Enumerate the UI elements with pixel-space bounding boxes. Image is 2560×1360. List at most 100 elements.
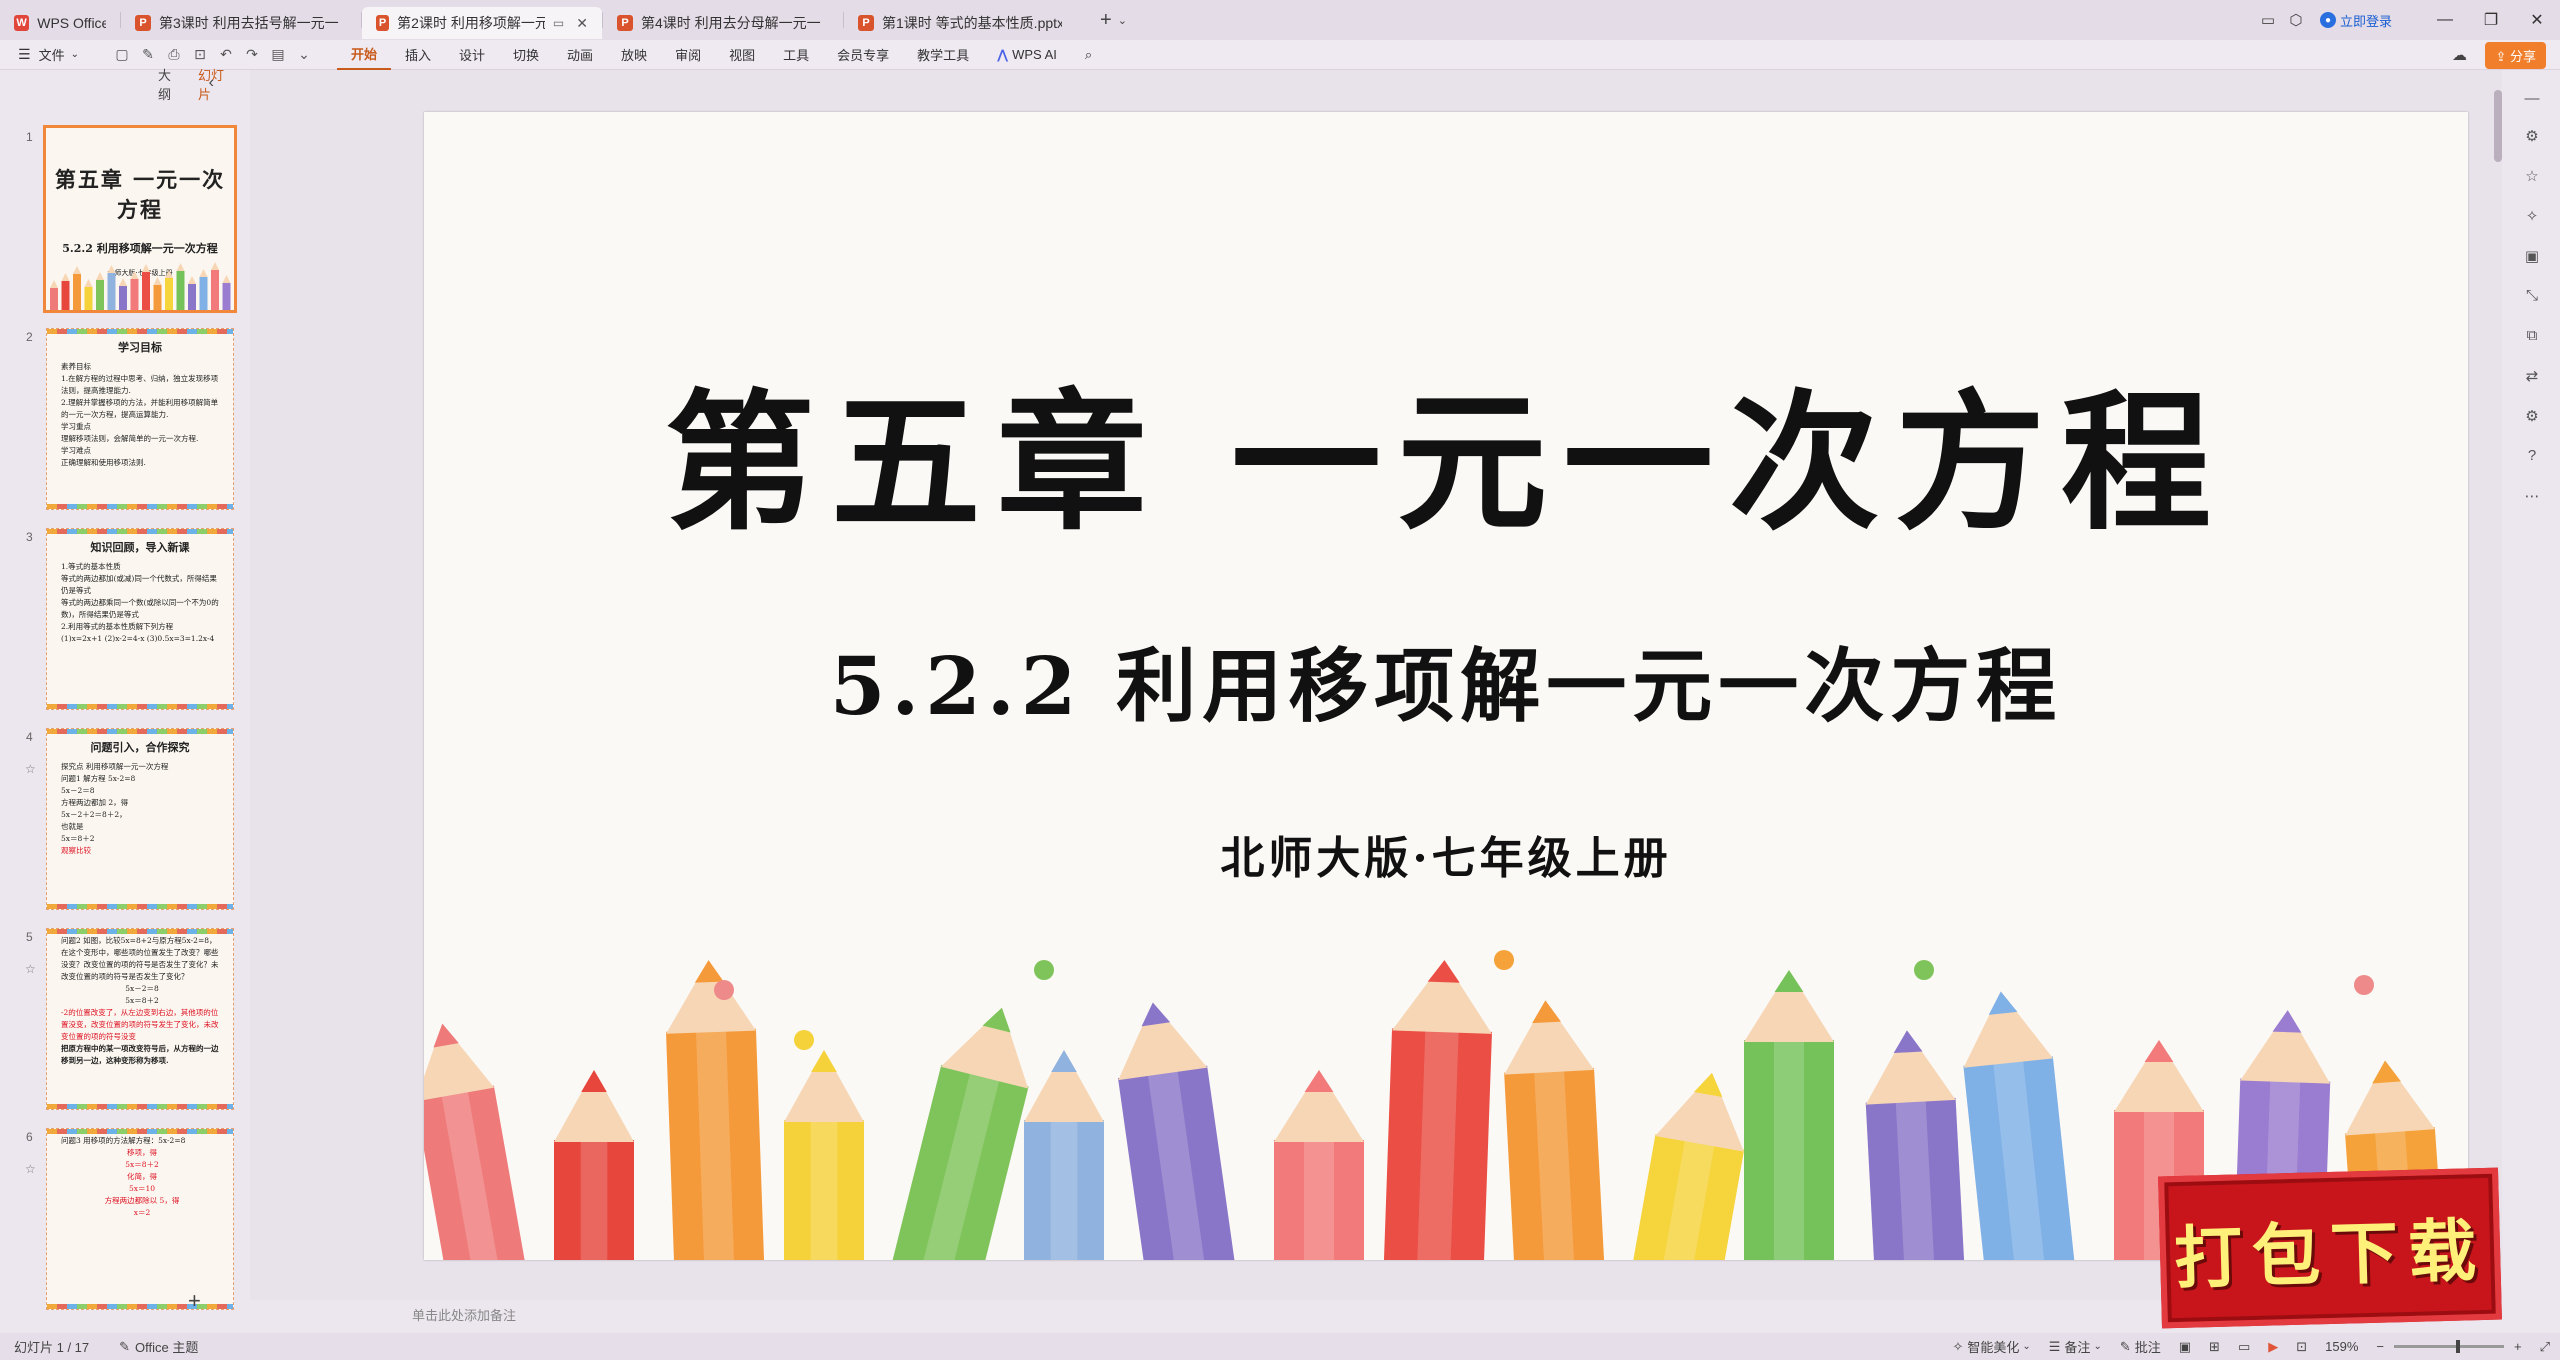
thumb-pencil-tip <box>130 271 139 279</box>
window-layout-icon[interactable]: ▭ <box>2254 6 2282 34</box>
slide-thumbnail[interactable]: 问题3 用移项的方法解方程：5x-2=8 移项，得 5x＝8＋2 化简，得 5x＝10 方… <box>46 1128 234 1310</box>
document-tab[interactable]: P 第2课时 利用移项解一元一次 ▭ ✕ <box>362 7 602 39</box>
menu-icon: ☰ <box>18 46 31 62</box>
ribbon-tab[interactable]: 设计 <box>445 40 499 70</box>
slide-title[interactable]: 第五章 一元一次方程 <box>424 342 2468 559</box>
download-pack-badge[interactable]: 打包下载 <box>2158 1167 2502 1329</box>
new-tab-icon[interactable]: + <box>1100 9 1112 32</box>
search-icon[interactable]: ⌕ <box>1071 40 1106 70</box>
share-button[interactable]: ⇪ 分享 <box>2485 41 2546 69</box>
cloud-sync-icon[interactable]: ☁ <box>2445 41 2473 69</box>
ribbon-tab[interactable]: 动画 <box>553 40 607 70</box>
pencil-shape <box>1274 1070 1364 1260</box>
file-menu[interactable]: ☰ 文件 ⌄ <box>0 45 79 64</box>
zoom-in-icon[interactable]: + <box>2514 1339 2522 1354</box>
thumb-text-line: 素养目标 <box>61 362 91 371</box>
add-slide-button[interactable]: + <box>188 1288 201 1314</box>
thumb-text-line: 学习难点 <box>61 446 91 455</box>
screen-icon[interactable]: ▭ <box>553 16 564 30</box>
animation-icon[interactable]: ✧ <box>2522 207 2542 227</box>
zoom-slider[interactable] <box>2394 1340 2504 1353</box>
star-icon[interactable]: ☆ <box>25 762 36 776</box>
zoom-out-icon[interactable]: − <box>2376 1339 2384 1354</box>
style-icon[interactable]: ☆ <box>2522 167 2542 187</box>
ribbon-tab[interactable]: 视图 <box>715 40 769 70</box>
ribbon-tab[interactable]: 放映 <box>607 40 661 70</box>
normal-view-icon[interactable]: ▣ <box>2179 1339 2191 1355</box>
close-tab-icon[interactable]: ✕ <box>576 15 588 32</box>
ribbon-tab[interactable]: 审阅 <box>661 40 715 70</box>
copy-icon[interactable]: ⧉ <box>2522 327 2542 347</box>
tab-label: 第3课时 利用去括号解一元一次方程. <box>159 15 339 31</box>
share-panel-icon[interactable]: ⇄ <box>2522 367 2542 387</box>
document-tab[interactable]: W WPS Office <box>0 7 120 39</box>
reading-view-icon[interactable]: ▭ <box>2238 1339 2250 1355</box>
image-tools-icon[interactable]: ▣ <box>2522 247 2542 267</box>
wps-logo-icon: W <box>14 15 30 31</box>
zoom-level[interactable]: 159% <box>2325 1339 2358 1354</box>
slide-edition-text[interactable]: 北师大版·七年级上册 <box>424 822 2468 886</box>
cloud-box-icon[interactable]: ⬡ <box>2282 6 2310 34</box>
smart-beautify-button[interactable]: ✧ 智能美化 ⌄ <box>1952 1337 2030 1356</box>
minimize-icon[interactable]: — <box>2422 0 2468 40</box>
thumb-text-line: 问题1 解方程 5x-2=8 <box>61 774 136 783</box>
slide-scrollbar[interactable] <box>2494 90 2502 162</box>
star-icon[interactable]: ☆ <box>25 1162 36 1176</box>
redo-icon[interactable]: ↷ <box>239 46 265 63</box>
close-icon[interactable]: ✕ <box>2514 0 2560 40</box>
document-tab[interactable]: P 第3课时 利用去括号解一元一次方程. <box>121 7 361 39</box>
more-chevron-icon[interactable]: ⌄ <box>291 46 317 63</box>
fullscreen-icon[interactable]: ⤢ <box>2540 1339 2550 1355</box>
confetti-dot <box>1494 950 1514 970</box>
collapse-panel-icon[interactable]: ‹ <box>209 74 214 92</box>
file-menu-label: 文件 <box>38 48 65 63</box>
ribbon-tab[interactable]: 开始 <box>336 40 391 70</box>
notes-placeholder[interactable]: 单击此处添加备注 <box>412 1305 516 1324</box>
ribbon-tab[interactable]: 会员专享 <box>823 40 903 70</box>
slide-thumbnail[interactable]: 学习目标 素养目标 1.在解方程的过程中思考、归纳，独立发现移项法则，提高推理能力.… <box>46 328 234 510</box>
settings-icon[interactable]: ⚙ <box>2522 407 2542 427</box>
slide-sorter-icon[interactable]: ⊞ <box>2209 1339 2220 1355</box>
login-button[interactable]: ● 立即登录 <box>2319 11 2392 30</box>
thumb-pencil-tip <box>119 278 127 286</box>
save-icon[interactable]: ▢ <box>109 46 135 63</box>
slide-thumbnail[interactable]: 知识回顾，导入新课 1.等式的基本性质 等式的两边都加(或减)同一个代数式，所得结果… <box>46 528 234 710</box>
pencil-shape <box>1381 960 1492 1260</box>
slideshow-icon[interactable]: ▶ <box>2268 1339 2278 1355</box>
star-icon[interactable]: ☆ <box>25 962 36 976</box>
comments-button[interactable]: ✎ 批注 <box>2120 1337 2161 1356</box>
slide-thumbnail[interactable]: 第五章 一元一次方程 5.2.2 利用移项解一元一次方程 北师大版·七年级上册 <box>43 125 237 313</box>
format-painter-icon[interactable]: ▤ <box>265 46 291 63</box>
wps-ai-tab[interactable]: ⋀ WPS AI <box>983 40 1071 70</box>
restore-icon[interactable]: ❐ <box>2468 0 2514 40</box>
properties-icon[interactable]: ⚙ <box>2522 127 2542 147</box>
transform-icon[interactable]: ⤡ <box>2522 287 2542 307</box>
slide-thumbnail[interactable]: 问题2 如图，比较5x=8+2与原方程5x-2=8，在这个变形中，哪些项的位置发… <box>46 928 234 1110</box>
current-slide[interactable]: 第五章 一元一次方程 5.2.2 利用移项解一元一次方程 北师大版·七年级上册 <box>424 112 2468 1260</box>
more-icon[interactable]: ⋯ <box>2522 487 2542 507</box>
theme-button[interactable]: ✎ Office 主题 <box>119 1337 198 1356</box>
tab-list-chevron-icon[interactable]: ⌄ <box>1118 14 1127 27</box>
fit-window-icon[interactable]: ⊡ <box>2296 1339 2307 1355</box>
ribbon-tab[interactable]: 教学工具 <box>903 40 983 70</box>
document-tab[interactable]: P 第4课时 利用去分母解一元一次方程. <box>603 7 843 39</box>
notes-toggle-button[interactable]: ☰ 备注 ⌄ <box>2049 1337 2102 1356</box>
thumb-text-line: 5x＝8＋2 <box>61 834 95 843</box>
print-icon[interactable]: ⎙ <box>161 46 187 63</box>
tab-label: 第4课时 利用去分母解一元一次方程. <box>641 15 821 31</box>
help-icon[interactable]: ? <box>2522 447 2542 467</box>
print-preview-icon[interactable]: ⊡ <box>187 46 213 63</box>
ribbon-tab[interactable]: 插入 <box>391 40 445 70</box>
slide-thumbnail[interactable]: 问题引入，合作探究 探究点 利用移项解一元一次方程 问题1 解方程 5x-2=8 5x… <box>46 728 234 910</box>
thumb-text-line: 等式的两边都乘同一个数(或除以同一个不为0的数)，所得结果仍是等式 <box>61 598 219 619</box>
zoom-slider-knob[interactable] <box>2456 1340 2460 1353</box>
document-tab[interactable]: P 第1课时 等式的基本性质.pptx <box>844 7 1084 39</box>
slide-subtitle[interactable]: 5.2.2 利用移项解一元一次方程 <box>424 622 2468 738</box>
undo-icon[interactable]: ↶ <box>213 46 239 63</box>
edit-icon[interactable]: ✎ <box>135 46 161 63</box>
outline-tab[interactable]: 大纲 <box>158 65 178 103</box>
ribbon-tab[interactable]: 工具 <box>769 40 823 70</box>
sidebar-collapse-icon[interactable]: — <box>2522 90 2542 110</box>
ribbon-tab[interactable]: 切换 <box>499 40 553 70</box>
thumb-pencil-tip <box>176 263 185 271</box>
